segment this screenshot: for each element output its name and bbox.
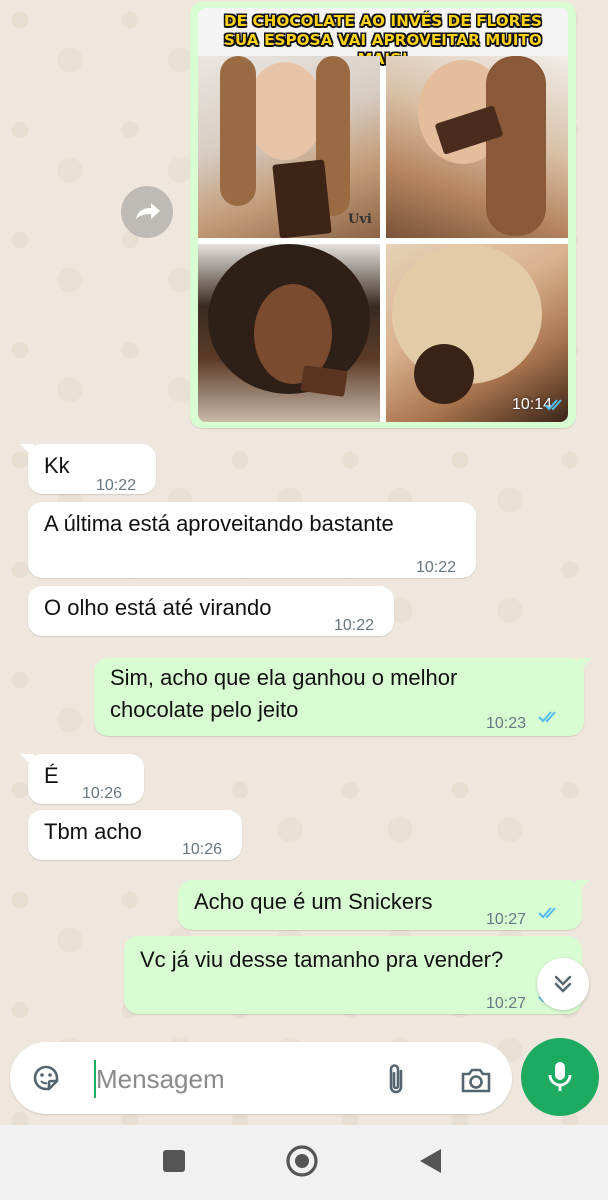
message-time: 10:27 — [486, 995, 527, 1012]
attach-button[interactable] — [376, 1060, 416, 1100]
message-time: 10:26 — [182, 841, 223, 858]
circle-icon — [286, 1145, 318, 1177]
photo-top-left — [198, 56, 380, 238]
back-button[interactable] — [408, 1139, 452, 1183]
message-composer — [10, 1042, 512, 1114]
outgoing-message[interactable]: Sim, acho que ela ganhou o melhor chocol… — [94, 658, 592, 736]
message-time: 10:22 — [416, 559, 457, 576]
photo-top-right — [386, 56, 568, 238]
scroll-to-bottom-button[interactable] — [537, 958, 589, 1010]
microphone-icon — [548, 1062, 572, 1091]
message-text-line-2: chocolate pelo jeito — [110, 697, 299, 722]
message-time: 10:26 — [82, 785, 123, 802]
incoming-message[interactable]: Tbm acho 10:26 — [28, 810, 242, 860]
incoming-message[interactable]: A última está aproveitando bastante 10:2… — [28, 502, 476, 578]
incoming-message[interactable]: O olho está até virando 10:22 — [28, 586, 394, 636]
message-text: É — [44, 763, 59, 788]
paperclip-icon — [389, 1064, 403, 1094]
caption-line-1: DE CHOCOLATE AO INVÉS DE FLORES — [223, 12, 543, 30]
read-ticks-icon — [538, 711, 556, 723]
message-text: Acho que é um Snickers — [194, 889, 433, 914]
message-text: O olho está até virando — [44, 595, 272, 620]
forward-icon — [136, 203, 160, 219]
message-text-line-1: Sim, acho que ela ganhou o melhor — [110, 665, 458, 690]
system-navigation-bar — [0, 1125, 608, 1200]
outgoing-message[interactable]: Acho que é um Snickers 10:27 — [178, 880, 590, 930]
triangle-back-icon — [420, 1149, 441, 1173]
recents-button[interactable] — [152, 1139, 196, 1183]
outgoing-message[interactable]: Vc já viu desse tamanho pra vender? 10:2… — [124, 936, 582, 1014]
message-time: 10:22 — [96, 477, 137, 494]
read-ticks-icon — [538, 907, 556, 919]
image-watermark: Uvi — [348, 212, 372, 227]
forward-button[interactable] — [121, 186, 173, 238]
message-time: 10:27 — [486, 911, 527, 928]
incoming-message[interactable]: Kk 10:22 — [20, 444, 156, 494]
message-time: 10:22 — [334, 617, 375, 634]
image-message[interactable]: DE CHOCOLATE AO INVÉS DE FLORES SUA ESPO… — [190, 2, 576, 428]
sticker-icon — [33, 1065, 59, 1091]
message-input[interactable] — [88, 1062, 356, 1096]
square-icon — [163, 1150, 185, 1172]
camera-icon — [461, 1068, 491, 1093]
read-ticks-icon — [544, 399, 562, 411]
message-text: Vc já viu desse tamanho pra vender? — [140, 947, 504, 972]
incoming-message[interactable]: É 10:26 — [20, 754, 144, 804]
message-time: 10:23 — [486, 715, 527, 732]
photo-bottom-left — [198, 244, 380, 422]
image-caption: DE CHOCOLATE AO INVÉS DE FLORES SUA ESPO… — [198, 8, 568, 68]
message-text: Kk — [44, 453, 70, 478]
message-text: Tbm acho — [44, 819, 142, 844]
camera-button[interactable] — [454, 1060, 498, 1100]
home-button[interactable] — [280, 1139, 324, 1183]
voice-message-button[interactable] — [521, 1038, 599, 1116]
image-frame: DE CHOCOLATE AO INVÉS DE FLORES SUA ESPO… — [198, 8, 568, 422]
double-chevron-down-icon — [554, 975, 572, 993]
message-text: A última está aproveitando bastante — [44, 511, 394, 536]
sticker-button[interactable] — [26, 1058, 66, 1098]
